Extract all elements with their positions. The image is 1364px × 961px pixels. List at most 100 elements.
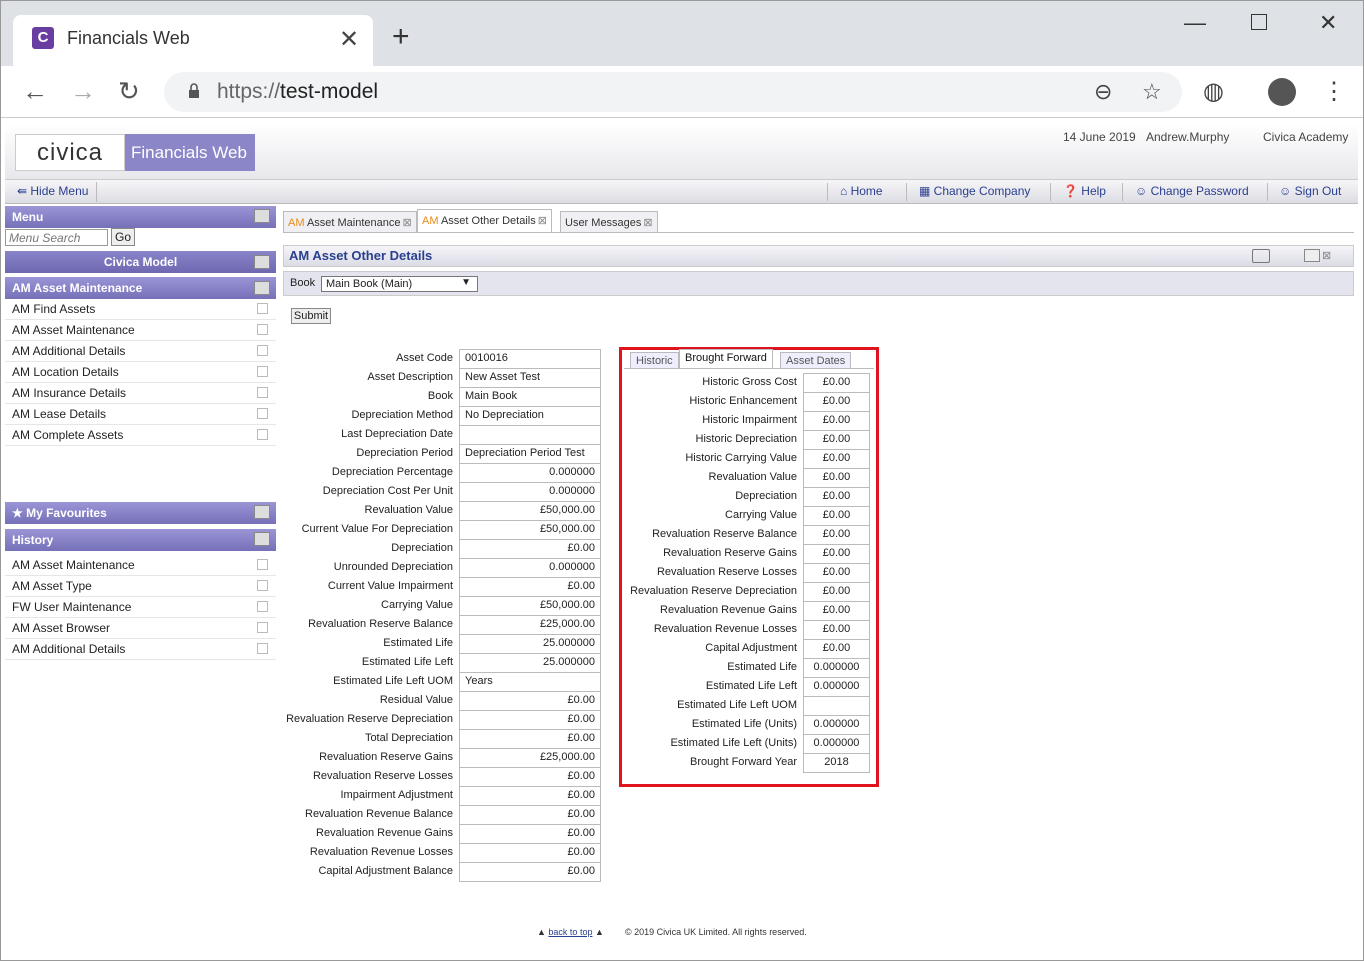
section-title: AM Asset Maintenance (12, 281, 143, 295)
open-external-icon[interactable] (257, 345, 268, 356)
bf-field-label: Revaluation Reserve Gains (663, 547, 797, 559)
back-to-top-link[interactable]: ▲ back to top ▲ (537, 927, 604, 937)
print-icon[interactable] (1252, 249, 1270, 263)
sidebar-item[interactable]: AM Complete Assets (5, 425, 276, 446)
asset-maintenance-section-header[interactable]: AM Asset Maintenance (5, 277, 276, 299)
history-item[interactable]: AM Asset Type (5, 576, 276, 597)
history-item[interactable]: AM Asset Browser (5, 618, 276, 639)
panel-icon[interactable] (254, 505, 270, 519)
bookmark-star-icon[interactable]: ☆ (1142, 79, 1162, 105)
field-value: £50,000.00 (459, 520, 601, 539)
open-external-icon[interactable] (257, 324, 268, 335)
home-link[interactable]: ⌂ Home (840, 184, 883, 198)
open-external-icon[interactable] (257, 601, 268, 612)
panel-icon[interactable] (254, 532, 270, 546)
field-value: Years (459, 672, 601, 691)
open-external-icon[interactable] (257, 303, 268, 314)
field-label: Asset Description (367, 371, 453, 383)
submit-button[interactable]: Submit (291, 308, 331, 324)
maximize-icon[interactable] (1251, 14, 1267, 30)
sidebar-item[interactable]: AM Lease Details (5, 404, 276, 425)
tab-asset-dates[interactable]: Asset Dates (780, 352, 852, 369)
kebab-menu-icon[interactable]: ⋮ (1322, 77, 1346, 106)
field-value: £0.00 (459, 691, 601, 710)
forward-arrow-icon[interactable]: → (70, 76, 96, 107)
sign-out-label: Sign Out (1294, 184, 1342, 198)
browser-tab-strip: C Financials Web ✕ + — ✕ (0, 0, 1364, 66)
reload-icon[interactable]: ↻ (118, 76, 140, 107)
tab-brought-forward[interactable]: Brought Forward (679, 349, 773, 369)
window-icon[interactable] (1304, 249, 1320, 262)
url-text: https://test-model (217, 80, 379, 103)
close-tab-icon[interactable]: ✕ (339, 25, 359, 54)
panel-title: AM Asset Other Details (283, 245, 1354, 267)
open-external-icon[interactable] (257, 387, 268, 398)
book-select[interactable]: Main Book (Main) ▼ (321, 276, 478, 292)
civica-model-header[interactable]: Civica Model (5, 251, 276, 273)
change-company-link[interactable]: ▦ Change Company (919, 184, 1030, 198)
history-item[interactable]: AM Additional Details (5, 639, 276, 660)
sidebar-item[interactable]: AM Additional Details (5, 341, 276, 362)
close-icon[interactable]: ⊠ (1322, 249, 1331, 262)
browser-tab[interactable]: C Financials Web ✕ (13, 15, 373, 66)
open-external-icon[interactable] (257, 429, 268, 440)
open-external-icon[interactable] (257, 408, 268, 419)
sidebar-item[interactable]: AM Insurance Details (5, 383, 276, 404)
sidebar-item[interactable]: AM Asset Maintenance (5, 320, 276, 341)
address-bar[interactable]: https://test-model ⊖ ☆ (164, 72, 1182, 112)
help-link[interactable]: ❓ Help (1063, 184, 1106, 198)
field-value: £0.00 (459, 862, 601, 881)
menu-search-input[interactable]: Menu Search (5, 229, 108, 246)
sidebar-item-label: AM Find Assets (12, 302, 96, 316)
profile-avatar-icon[interactable] (1268, 78, 1296, 106)
minimize-icon[interactable]: — (1184, 10, 1206, 36)
close-tab-icon[interactable]: ⊠ (538, 215, 547, 227)
tab-historic[interactable]: Historic (630, 352, 679, 369)
bf-field-value: £0.00 (803, 525, 870, 544)
field-value: £0.00 (459, 767, 601, 786)
open-external-icon[interactable] (257, 643, 268, 654)
header-user: Andrew.Murphy (1146, 130, 1230, 144)
form-bottom-border (459, 881, 601, 882)
product-name: Financials Web (125, 134, 255, 171)
sidebar-item[interactable]: AM Location Details (5, 362, 276, 383)
tab-user-messages[interactable]: User Messages ⊠ (560, 211, 658, 233)
field-label: Revaluation Revenue Balance (305, 808, 453, 820)
sidebar-item[interactable]: AM Find Assets (5, 299, 276, 320)
tab-label: User Messages (565, 217, 642, 229)
window-close-icon[interactable]: ✕ (1319, 10, 1337, 36)
history-item[interactable]: AM Asset Maintenance (5, 555, 276, 576)
open-external-icon[interactable] (257, 580, 268, 591)
field-value: £0.00 (459, 843, 601, 862)
field-label: Current Value Impairment (327, 580, 453, 592)
nav-divider (1267, 183, 1268, 201)
sign-out-link[interactable]: ☺ Sign Out (1279, 184, 1341, 198)
bf-field-value: 0.000000 (803, 715, 870, 734)
field-value: No Depreciation (459, 406, 601, 425)
back-to-top-label[interactable]: back to top (548, 927, 592, 937)
extension-icon[interactable]: ◍ (1203, 77, 1224, 106)
open-external-icon[interactable] (257, 622, 268, 633)
open-external-icon[interactable] (257, 559, 268, 570)
zoom-icon[interactable]: ⊖ (1094, 79, 1112, 105)
browser-toolbar: ← → ↻ https://test-model ⊖ ☆ ◍ ⋮ (0, 66, 1364, 118)
field-value: £50,000.00 (459, 501, 601, 520)
tab-asset-other-details[interactable]: AM Asset Other Details ⊠ (417, 209, 552, 233)
bf-field-label: Revaluation Reserve Losses (656, 566, 797, 578)
panel-icon[interactable] (254, 281, 270, 295)
bf-field-value: £0.00 (803, 544, 870, 563)
panel-icon[interactable] (254, 255, 270, 269)
open-external-icon[interactable] (257, 366, 268, 377)
collapse-panel-icon[interactable] (254, 209, 270, 223)
close-tab-icon[interactable]: ⊠ (403, 217, 412, 229)
go-button[interactable]: Go (111, 228, 135, 246)
history-item[interactable]: FW User Maintenance (5, 597, 276, 618)
back-arrow-icon[interactable]: ← (22, 76, 48, 107)
hide-menu-button[interactable]: ⇚ Hide Menu (9, 182, 98, 202)
close-tab-icon[interactable]: ⊠ (643, 217, 652, 229)
change-password-link[interactable]: ☺ Change Password (1135, 184, 1249, 198)
my-favourites-header[interactable]: ★ My Favourites (5, 502, 276, 524)
tab-asset-maintenance[interactable]: AM Asset Maintenance ⊠ (283, 211, 417, 233)
new-tab-icon[interactable]: + (392, 20, 410, 54)
tab-divider (283, 232, 1354, 233)
